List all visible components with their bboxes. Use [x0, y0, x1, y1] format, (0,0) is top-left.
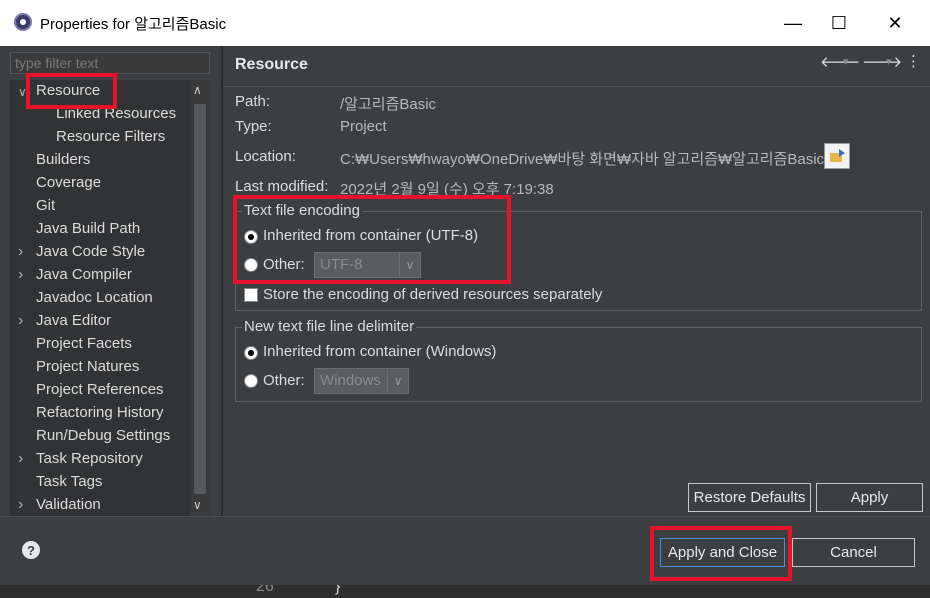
window-titlebar: Properties for 알고리즘Basic — ☐ ✕: [0, 0, 930, 46]
chevron-right-icon[interactable]: ›: [18, 266, 23, 284]
last-modified-value: 2022년 2월 9일 (수) 오후 7:19:38: [340, 181, 554, 198]
minimize-button[interactable]: —: [770, 0, 816, 46]
panel-sash[interactable]: [221, 46, 223, 516]
tree-item[interactable]: Validation: [36, 496, 101, 513]
tree-item[interactable]: Run/Debug Settings: [36, 427, 170, 444]
window-title: Properties for 알고리즘Basic: [40, 16, 227, 33]
delimiter-other-select[interactable]: Windows ∨: [314, 368, 409, 394]
filter-input[interactable]: type filter text: [10, 52, 210, 74]
tree-item[interactable]: Refactoring History: [36, 404, 164, 421]
apply-and-close-button[interactable]: Apply and Close: [660, 538, 785, 567]
tree-item[interactable]: Coverage: [36, 174, 101, 191]
tree-item[interactable]: Project Facets: [36, 335, 132, 352]
tree-item[interactable]: Git: [36, 197, 55, 214]
tree-item[interactable]: Resource Filters: [56, 128, 165, 145]
type-value: Project: [340, 118, 387, 135]
footer-separator: [0, 516, 930, 517]
store-encoding-checkbox[interactable]: [244, 288, 258, 302]
delimiter-inherited-label[interactable]: Inherited from container (Windows): [263, 343, 496, 360]
page-title: Resource: [235, 56, 308, 73]
show-in-explorer-icon[interactable]: [824, 143, 850, 169]
delimiter-other-radio[interactable]: [244, 374, 258, 388]
delimiter-other-label[interactable]: Other:: [263, 372, 305, 389]
view-menu-icon[interactable]: ⋮: [906, 52, 921, 70]
chevron-down-icon[interactable]: ∨: [387, 369, 408, 393]
tree-item[interactable]: Task Tags: [36, 473, 102, 490]
tree-item[interactable]: Project Natures: [36, 358, 139, 375]
text-encoding-group-title: Text file encoding: [242, 202, 362, 219]
tree-item[interactable]: Builders: [36, 151, 90, 168]
scroll-up-icon[interactable]: ∧: [193, 83, 202, 97]
back-arrow-icon[interactable]: 🡐: [820, 52, 860, 71]
location-value: C:₩Users₩hwayo₩OneDrive₩바탕 화면₩자바 알고리즘₩알고…: [340, 151, 825, 168]
eclipse-app-icon: [14, 13, 32, 31]
tree-item[interactable]: Java Compiler: [36, 266, 132, 283]
store-encoding-label[interactable]: Store the encoding of derived resources …: [263, 286, 602, 303]
tree-scrollbar-thumb[interactable]: [194, 104, 206, 494]
tree-item[interactable]: Java Editor: [36, 312, 111, 329]
apply-button[interactable]: Apply: [816, 483, 923, 512]
editor-background: [0, 585, 930, 598]
restore-defaults-button[interactable]: Restore Defaults: [688, 483, 811, 512]
chevron-right-icon[interactable]: ›: [18, 496, 23, 514]
chevron-down-icon[interactable]: ∨: [18, 85, 27, 99]
encoding-inherited-radio[interactable]: [244, 230, 258, 244]
tree-item[interactable]: Javadoc Location: [36, 289, 153, 306]
cancel-button[interactable]: Cancel: [792, 538, 915, 567]
chevron-down-icon[interactable]: ∨: [399, 253, 420, 277]
encoding-other-select[interactable]: UTF-8 ∨: [314, 252, 421, 278]
tree-item[interactable]: Resource: [36, 82, 100, 99]
scroll-down-icon[interactable]: ∨: [193, 498, 202, 512]
forward-arrow-icon[interactable]: 🡒: [862, 52, 902, 71]
encoding-other-label[interactable]: Other:: [263, 256, 305, 273]
path-label: Path:: [235, 93, 271, 110]
location-label: Location:: [235, 148, 296, 165]
delimiter-other-select-value: Windows: [320, 372, 381, 389]
chevron-right-icon[interactable]: ›: [18, 243, 23, 261]
path-value: /알고리즘Basic: [340, 96, 437, 113]
forward-dropdown-icon[interactable]: ▾: [886, 55, 892, 68]
back-dropdown-icon[interactable]: ▾: [843, 55, 849, 68]
delimiter-inherited-radio[interactable]: [244, 346, 258, 360]
chevron-right-icon[interactable]: ›: [18, 312, 23, 330]
chevron-right-icon[interactable]: ›: [18, 450, 23, 468]
tree-item[interactable]: Linked Resources: [56, 105, 176, 122]
encoding-other-radio[interactable]: [244, 258, 258, 272]
tree-item[interactable]: Task Repository: [36, 450, 143, 467]
type-label: Type:: [235, 118, 272, 135]
help-icon[interactable]: ?: [22, 541, 40, 559]
close-window-button[interactable]: ✕: [872, 0, 918, 46]
tree-item[interactable]: Java Build Path: [36, 220, 140, 237]
line-delimiter-group-title: New text file line delimiter: [242, 318, 417, 335]
maximize-button[interactable]: ☐: [816, 0, 862, 46]
encoding-other-select-value: UTF-8: [320, 256, 363, 273]
tree-item[interactable]: Java Code Style: [36, 243, 145, 260]
header-separator: [223, 86, 930, 87]
tree-item[interactable]: Project References: [36, 381, 164, 398]
last-modified-label: Last modified:: [235, 178, 329, 195]
encoding-inherited-label[interactable]: Inherited from container (UTF-8): [263, 227, 478, 244]
